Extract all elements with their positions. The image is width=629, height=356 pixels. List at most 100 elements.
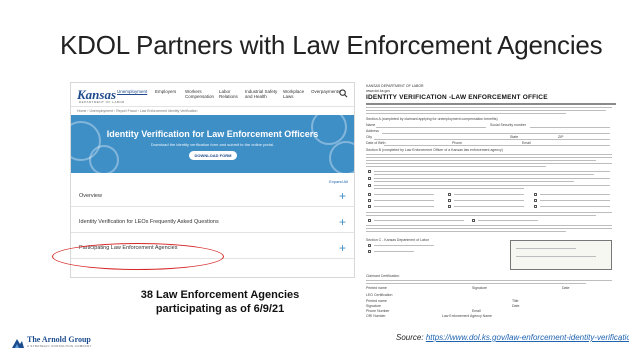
checkbox[interactable]: [368, 170, 371, 173]
hero-banner: Identity Verification for Law Enforcemen…: [71, 115, 354, 173]
checkbox[interactable]: [368, 184, 371, 187]
agencies-caption: 38 Law Enforcement Agencies participatin…: [120, 288, 320, 316]
caption-line-2: participating as of 6/9/21: [155, 303, 285, 315]
city-field-line: [374, 139, 610, 140]
site-navigation: Kansas DEPARTMENT OF LABOR Unemployment …: [71, 83, 354, 107]
checkbox[interactable]: [534, 193, 537, 196]
checkbox-text-line: [374, 251, 414, 252]
text-line: [366, 212, 612, 213]
mountain-logo-icon: [12, 339, 24, 348]
text-line: [366, 283, 586, 284]
plus-icon[interactable]: +: [339, 190, 346, 202]
breadcrumb[interactable]: Home › Unemployment › Report Fraud › Law…: [77, 109, 197, 113]
address-field-line: [382, 133, 610, 134]
slide-title: KDOL Partners with Law Enforcement Agenc…: [60, 30, 603, 60]
checkbox-text-line: [374, 245, 434, 246]
checkbox[interactable]: [368, 177, 371, 180]
nav-workplace-laws[interactable]: Workplace Laws: [283, 89, 305, 99]
title-rule: [366, 103, 616, 105]
checkbox-text-line: [374, 220, 464, 221]
leo-agency-label: Law Enforcement Agency Name: [442, 314, 492, 318]
leo-certification-heading: LEO Certification: [366, 293, 393, 297]
date-label: Date: [562, 286, 570, 290]
leo-date-label: Date: [512, 304, 520, 308]
brand-name: The Arnold Group: [27, 335, 91, 344]
accordion-faq[interactable]: Identity Verification for LEOs Frequentl…: [71, 213, 354, 233]
nav-workers-compensation[interactable]: Workers Compensation: [185, 89, 214, 99]
nav-employers[interactable]: Employers: [155, 89, 176, 94]
page-number: 2: [619, 338, 622, 343]
checkbox-text-line: [374, 171, 610, 172]
stamp-text-line: [516, 248, 576, 249]
accordion-overview[interactable]: Overview +: [71, 187, 354, 207]
checkbox-text-line: [374, 174, 594, 175]
nav-overpayments[interactable]: Overpayments: [311, 89, 340, 94]
expand-all-link[interactable]: Expand All: [329, 179, 348, 184]
address-label: Address: [366, 129, 379, 133]
city-label: City: [366, 135, 373, 139]
source-label: Source:: [396, 333, 424, 342]
checkbox[interactable]: [448, 199, 451, 202]
text-line: [366, 228, 612, 229]
checkbox-text-line: [374, 178, 610, 179]
arnold-group-logo: The Arnold Group A STRATEGIC CONSULTING …: [12, 335, 132, 349]
section-c-heading: Section C - Kansas Department of Labor: [366, 238, 430, 242]
hero-title: Identity Verification for Law Enforcemen…: [106, 129, 319, 139]
download-form-button[interactable]: DOWNLOAD FORM: [189, 151, 237, 160]
checkbox[interactable]: [534, 205, 537, 208]
text-line: [366, 225, 612, 226]
checkbox-text-line: [374, 206, 434, 207]
accordion-label: Identity Verification for LEOs Frequentl…: [79, 219, 219, 225]
checkbox[interactable]: [368, 244, 371, 247]
checkbox-text-line: [454, 200, 524, 201]
checkbox-text-line: [374, 185, 610, 186]
hero-subtitle: Download the identity verification form …: [150, 142, 275, 147]
checkbox[interactable]: [448, 205, 451, 208]
leo-printed-name-label: Printed name: [366, 299, 387, 303]
name-label: Name: [366, 123, 376, 127]
checkbox[interactable]: [472, 219, 475, 222]
logo-subtitle: DEPARTMENT OF LABOR: [79, 100, 125, 104]
checkbox-text-line: [478, 220, 538, 221]
checkbox-text-line: [374, 194, 434, 195]
name-field-line: [376, 127, 486, 128]
section-b-text-line: [366, 163, 612, 164]
checkbox[interactable]: [534, 199, 537, 202]
checkbox[interactable]: [368, 250, 371, 253]
nav-industrial-safety[interactable]: Industrial Safety and Health: [245, 89, 279, 99]
brand-tagline: A STRATEGIC CONSULTING COMPANY: [27, 344, 92, 348]
nav-labor-relations[interactable]: Labor Relations: [219, 89, 239, 99]
verification-form-screenshot: KANSAS DEPARTMENT OF LABOR www.dol.ks.go…: [362, 82, 620, 318]
checkbox-text-line: [540, 200, 610, 201]
plus-icon[interactable]: +: [339, 242, 346, 254]
checkbox[interactable]: [368, 219, 371, 222]
section-b-text-line: [366, 154, 612, 155]
checkbox[interactable]: [368, 193, 371, 196]
section-b-text-line: [366, 157, 612, 158]
section-b-text-line: [366, 160, 596, 161]
checkbox-text-line: [374, 200, 434, 201]
checkbox[interactable]: [448, 193, 451, 196]
checkbox-text-line: [454, 194, 524, 195]
section-b-text-line: [366, 166, 546, 167]
instruction-text-line: [366, 107, 612, 108]
source-citation: Source: https://www.dol.ks.gov/law-enfor…: [396, 333, 629, 342]
printed-name-label: Printed name: [366, 286, 387, 290]
plus-icon[interactable]: +: [339, 216, 346, 228]
text-line: [366, 280, 612, 281]
instruction-text-line: [366, 113, 566, 114]
instruction-text-line: [366, 110, 606, 111]
checkbox-text-line: [374, 188, 524, 189]
search-icon[interactable]: [339, 89, 348, 98]
form-agency-name: KANSAS DEPARTMENT OF LABOR: [366, 84, 424, 88]
checkbox[interactable]: [368, 199, 371, 202]
highlight-ellipse: [52, 243, 224, 270]
leo-ori-label: ORI Number: [366, 314, 386, 318]
signature-label: Signature: [472, 286, 487, 290]
checkbox[interactable]: [368, 205, 371, 208]
checkbox-text-line: [454, 206, 524, 207]
nav-unemployment[interactable]: Unemployment: [117, 89, 147, 94]
source-link[interactable]: https://www.dol.ks.gov/law-enforcement-i…: [426, 333, 629, 342]
form-agency-url: www.dol.ks.gov: [366, 89, 391, 93]
dob-label: Date of Birth: [366, 141, 386, 145]
